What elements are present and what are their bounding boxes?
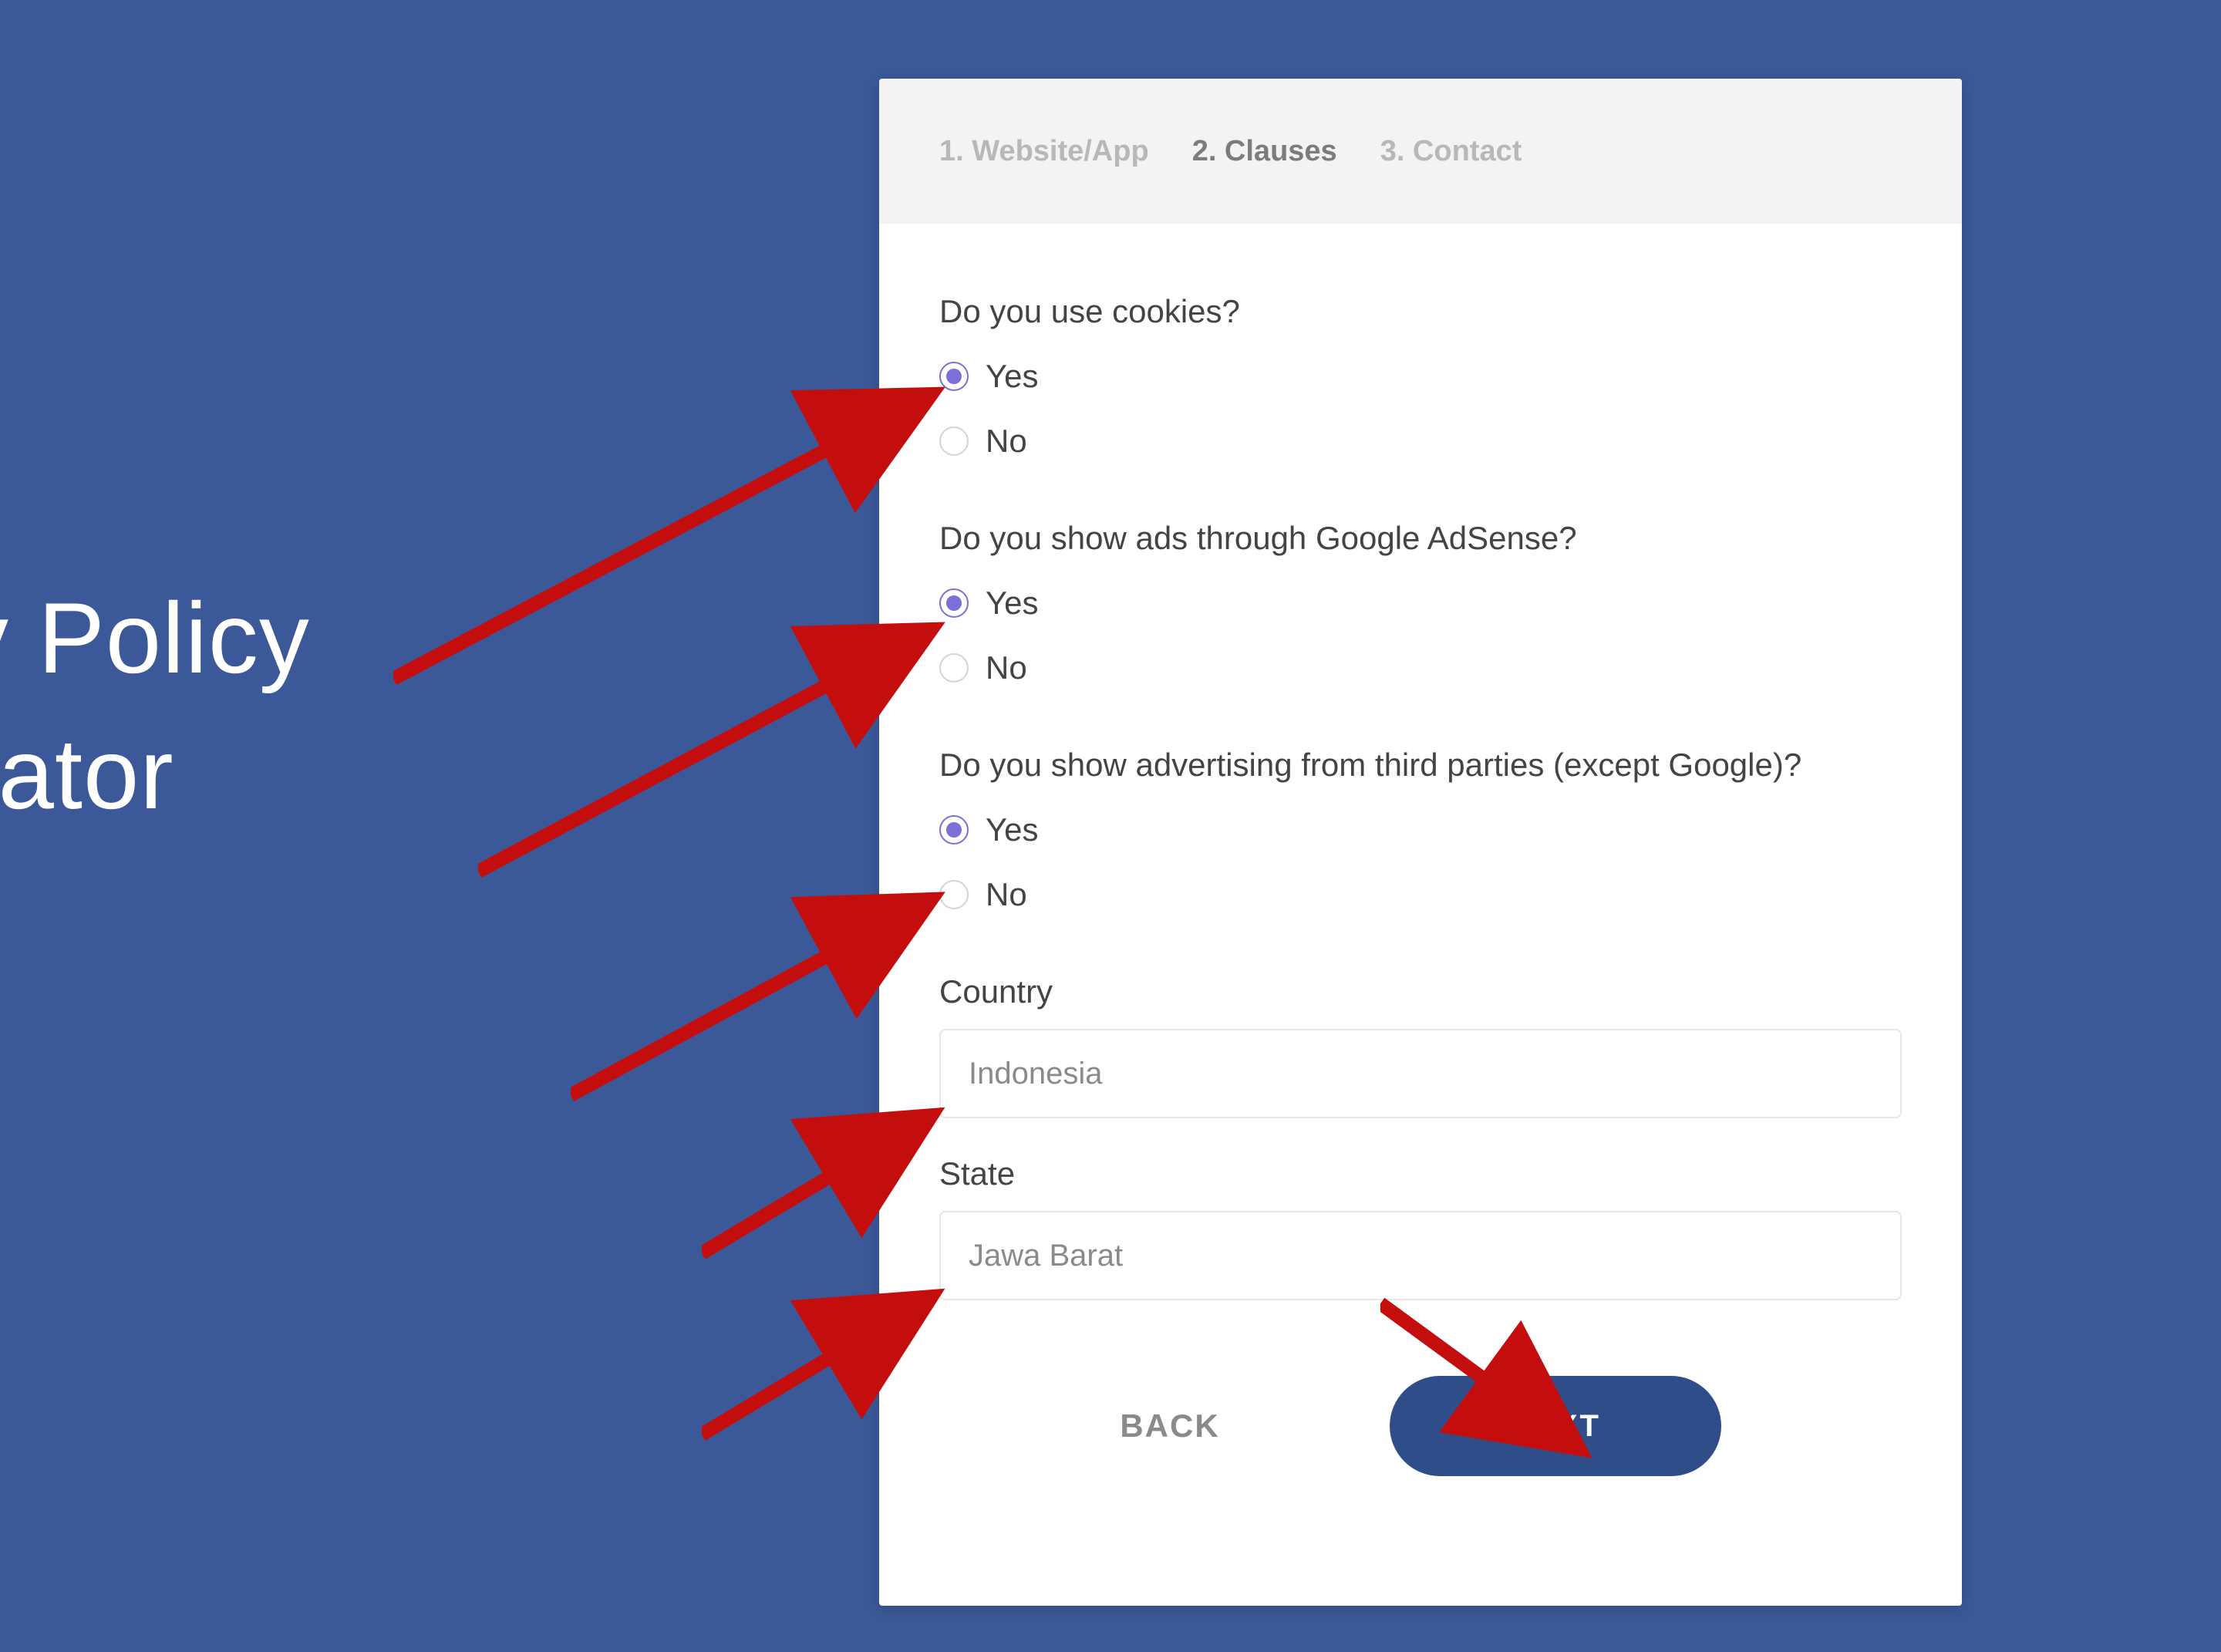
bg-title-line2: erator	[0, 717, 174, 830]
step-contact[interactable]: 3. Contact	[1380, 135, 1522, 168]
radio-thirdparty-yes[interactable]: Yes	[939, 811, 1902, 848]
radio-icon	[939, 653, 969, 683]
radio-icon	[939, 815, 969, 845]
radio-label: No	[986, 649, 1027, 686]
label-state: State	[939, 1155, 1902, 1192]
action-row: BACK NEXT	[939, 1376, 1902, 1476]
radio-cookies-yes[interactable]: Yes	[939, 358, 1902, 395]
radio-adsense-no[interactable]: No	[939, 649, 1902, 686]
radio-group-thirdparty: Yes No	[939, 811, 1902, 913]
radio-label: Yes	[986, 811, 1039, 848]
radio-icon	[939, 362, 969, 391]
radio-icon	[939, 880, 969, 909]
question-adsense: Do you show ads through Google AdSense?	[939, 520, 1902, 557]
radio-adsense-yes[interactable]: Yes	[939, 585, 1902, 622]
radio-icon	[939, 426, 969, 456]
radio-label: No	[986, 876, 1027, 913]
state-input[interactable]	[939, 1211, 1902, 1300]
step-clauses[interactable]: 2. Clauses	[1192, 135, 1337, 168]
step-website-app[interactable]: 1. Website/App	[939, 135, 1149, 168]
form-body: Do you use cookies? Yes No Do you show a…	[879, 224, 1962, 1507]
radio-icon	[939, 588, 969, 618]
radio-group-adsense: Yes No	[939, 585, 1902, 686]
question-thirdparty: Do you show advertising from third parti…	[939, 747, 1902, 784]
question-cookies: Do you use cookies?	[939, 293, 1902, 330]
annotation-arrow-icon	[393, 370, 964, 694]
radio-label: Yes	[986, 358, 1039, 395]
bg-title-line1: cy Policy	[0, 582, 310, 694]
radio-label: No	[986, 423, 1027, 460]
back-button[interactable]: BACK	[1120, 1408, 1219, 1445]
radio-cookies-no[interactable]: No	[939, 423, 1902, 460]
radio-label: Yes	[986, 585, 1039, 622]
label-country: Country	[939, 973, 1902, 1010]
wizard-steps: 1. Website/App 2. Clauses 3. Contact	[879, 79, 1962, 224]
page-title-background: cy Policy erator	[0, 571, 310, 841]
next-button[interactable]: NEXT	[1390, 1376, 1721, 1476]
radio-group-cookies: Yes No	[939, 358, 1902, 460]
radio-thirdparty-no[interactable]: No	[939, 876, 1902, 913]
form-panel: 1. Website/App 2. Clauses 3. Contact Do …	[879, 79, 1962, 1606]
country-input[interactable]	[939, 1029, 1902, 1118]
